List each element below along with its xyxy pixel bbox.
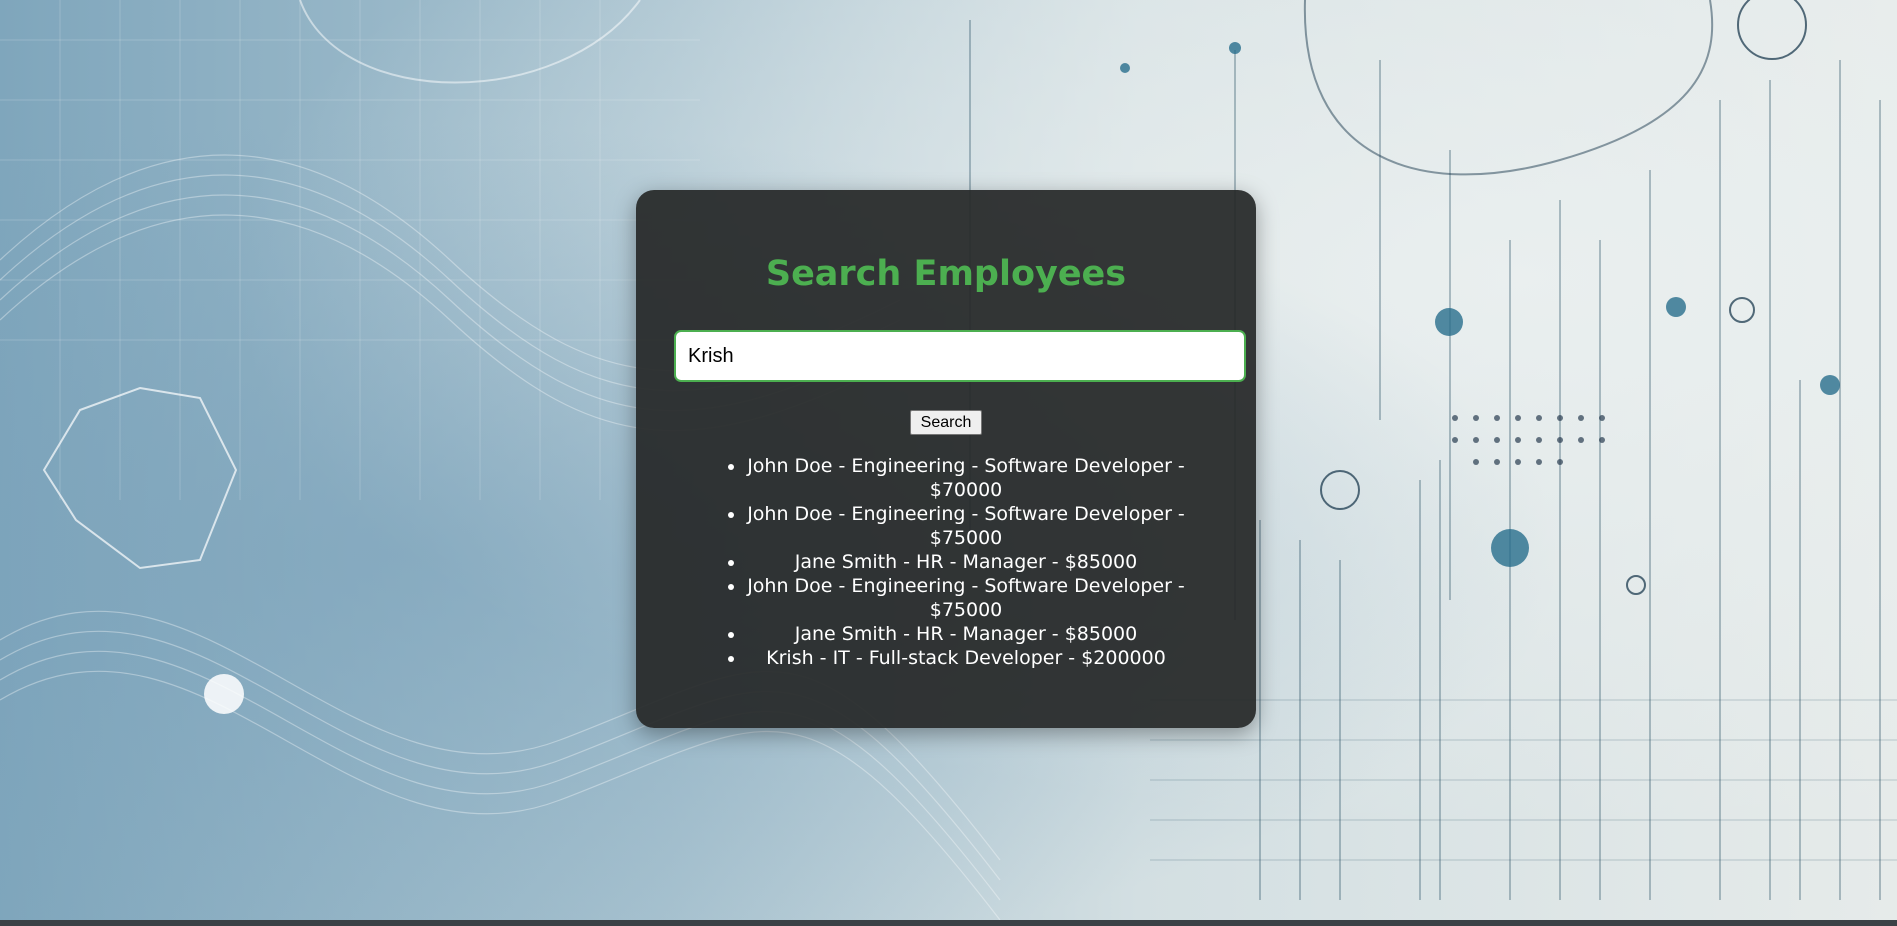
list-item: John Doe - Engineering - Software Develo… (746, 574, 1186, 622)
list-item: John Doe - Engineering - Software Develo… (746, 454, 1186, 502)
list-item: Jane Smith - HR - Manager - $85000 (746, 622, 1186, 646)
search-button[interactable]: Search (910, 410, 982, 435)
bottom-bar (0, 920, 1897, 926)
results-list: John Doe - Engineering - Software Develo… (706, 454, 1186, 670)
search-input[interactable] (674, 330, 1246, 382)
page-title: Search Employees (765, 254, 1127, 294)
search-panel: Search Employees Search John Doe - Engin… (636, 190, 1256, 728)
list-item: Jane Smith - HR - Manager - $85000 (746, 550, 1186, 574)
list-item: Krish - IT - Full-stack Developer - $200… (746, 646, 1186, 670)
list-item: John Doe - Engineering - Software Develo… (746, 502, 1186, 550)
